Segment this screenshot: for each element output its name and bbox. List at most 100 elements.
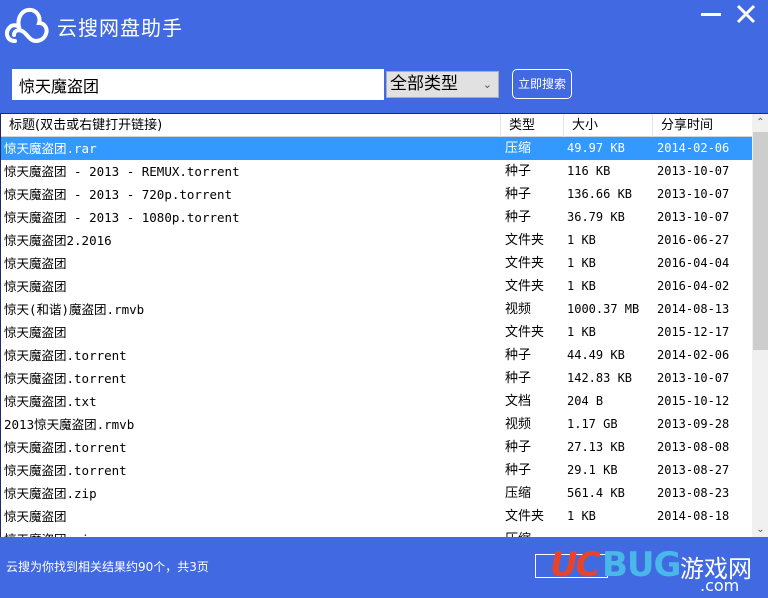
watermark-uc: UC — [550, 545, 601, 585]
search-button[interactable]: 立即搜索 — [512, 69, 572, 99]
cell-date: 2015-12-17 — [657, 325, 730, 339]
cell-type: 文件夹 — [505, 279, 545, 294]
table-body: 惊天魔盗团.rar 压缩 49.97 KB 2014-02-06 惊天魔盗团 - 201… — [1, 137, 753, 537]
cell-date: 2013-08-23 — [657, 486, 730, 500]
cell-type: 种子 — [505, 164, 532, 179]
table-row[interactable]: 惊天魔盗团.torrent 种子 27.13 KB 2013-08-08 — [1, 436, 753, 459]
cell-type: 种子 — [505, 440, 532, 455]
table-row[interactable]: 惊天魔盗团.txt 文档 204 B 2015-10-12 — [1, 390, 753, 413]
cell-size: 1 KB — [567, 233, 596, 247]
watermark-com: .com — [700, 576, 740, 595]
cell-size: 136.66 KB — [567, 187, 633, 201]
table-row[interactable]: 惊天魔盗团2.2016 文件夹 1 KB 2016-06-27 — [1, 229, 753, 252]
cell-date: 2015-10-12 — [657, 394, 730, 408]
close-button[interactable] — [734, 4, 758, 24]
table-row[interactable]: 惊天魔盗团 - 2013 - REMUX.torrent 种子 116 KB 2013… — [1, 160, 753, 183]
table-row[interactable]: 惊天魔盗团.torrent 种子 29.1 KB 2013-08-27 — [1, 459, 753, 482]
cell-title: 惊天魔盗团.zip — [4, 486, 97, 501]
cell-type: 文档 — [505, 394, 532, 409]
cell-size: 116 KB — [567, 164, 611, 178]
cell-type: 压缩 — [505, 486, 532, 501]
cell-type: 压缩 — [505, 141, 532, 156]
cell-date: 2013-09-28 — [657, 417, 730, 431]
table-row[interactable]: 惊天(和谐)魔盗团.rmvb 视频 1000.37 MB 2014-08-13 — [1, 298, 753, 321]
cell-type: 种子 — [505, 210, 532, 225]
cell-type: 文件夹 — [505, 233, 545, 248]
cell-title: 惊天魔盗团.txt — [4, 394, 97, 409]
column-header-title[interactable]: 标题(双击或右键打开链接) — [1, 114, 501, 137]
cell-size: 1 KB — [567, 509, 596, 523]
type-select-value: 全部类型 — [390, 74, 458, 94]
minimize-button[interactable] — [699, 4, 723, 24]
table-row[interactable]: 2013惊天魔盗团.rmvb 视频 1.17 GB 2013-09-28 — [1, 413, 753, 436]
cell-date: 2013-10-07 — [657, 187, 730, 201]
search-input[interactable] — [12, 69, 384, 100]
table-row[interactable]: 惊天魔盗团 文件夹 1 KB 2014-08-18 — [1, 505, 753, 528]
app-title: 云搜网盘助手 — [57, 16, 183, 40]
results-table: 标题(双击或右键打开链接) 类型 大小 分享时间 惊天魔盗团.rar 压缩 49.9… — [0, 113, 768, 537]
cell-date: 2016-04-04 — [657, 256, 730, 270]
cloud-icon — [5, 7, 49, 44]
table-row[interactable]: 惊天魔盗团 文件夹 1 KB 2016-04-02 — [1, 275, 753, 298]
watermark-bug: BUG — [602, 545, 681, 585]
cell-size: 36.79 KB — [567, 210, 625, 224]
cell-type: 压缩 — [505, 528, 563, 537]
cell-size: 1 KB — [567, 279, 596, 293]
cell-date: 2013-10-07 — [657, 371, 730, 385]
cell-title: 惊天魔盗团 — [4, 279, 67, 294]
type-select[interactable]: 全部类型 ⌄ — [386, 71, 499, 98]
close-icon — [736, 4, 756, 24]
cell-date: 2014-08-13 — [657, 302, 730, 316]
table-row[interactable]: 惊天魔盗团.zip 压缩 561.4 KB 2013-08-23 — [1, 482, 753, 505]
cell-size: 1.17 GB — [567, 417, 618, 431]
table-header: 标题(双击或右键打开链接) 类型 大小 分享时间 — [1, 114, 753, 137]
cell-date: 2016-06-27 — [657, 233, 730, 247]
cell-size — [567, 528, 653, 537]
cell-size: 29.1 KB — [567, 463, 618, 477]
cell-type: 种子 — [505, 348, 532, 363]
table-row[interactable]: 惊天魔盗团 - 2013 - 720p.torrent 种子 136.66 KB 20… — [1, 183, 753, 206]
table-row[interactable]: 惊天魔盗团.rar 压缩 49.97 KB 2014-02-06 — [1, 137, 753, 160]
cell-size: 561.4 KB — [567, 486, 625, 500]
cell-title: 惊天魔盗团 — [4, 509, 67, 524]
cell-title: 惊天魔盗团.torrent — [4, 463, 127, 478]
status-bar: 云搜为你找到相关结果约90个，共3页 UC BUG 游戏网 .com — [0, 537, 768, 598]
cell-title: 惊天魔盗团 — [4, 325, 67, 340]
cell-title: 惊天魔盗团.zip — [4, 528, 499, 537]
cell-size: 1000.37 MB — [567, 302, 640, 316]
cell-size: 204 B — [567, 394, 604, 408]
result-count-text: 云搜为你找到相关结果约90个，共3页 — [6, 560, 209, 574]
column-header-type[interactable]: 类型 — [501, 114, 564, 137]
table-row[interactable]: 惊天魔盗团.torrent 种子 142.83 KB 2013-10-07 — [1, 367, 753, 390]
cell-type: 种子 — [505, 371, 532, 386]
table-row[interactable]: 惊天魔盗团 - 2013 - 1080p.torrent 种子 36.79 KB 20… — [1, 206, 753, 229]
cell-title: 惊天魔盗团 - 2013 - 1080p.torrent — [4, 210, 240, 225]
cell-size: 1 KB — [567, 256, 596, 270]
cell-date: 2014-02-06 — [657, 141, 730, 155]
cell-title: 2013惊天魔盗团.rmvb — [4, 417, 135, 432]
cell-size: 49.97 KB — [567, 141, 625, 155]
cell-title: 惊天魔盗团2.2016 — [4, 233, 112, 248]
table-row[interactable]: 惊天魔盗团.zip 压缩 — [1, 528, 753, 537]
cell-date — [657, 528, 753, 537]
cell-title: 惊天魔盗团 — [4, 256, 67, 271]
chevron-down-icon[interactable]: ⌄ — [752, 521, 768, 537]
title-bar: 云搜网盘助手 — [0, 0, 768, 58]
cell-title: 惊天魔盗团.torrent — [4, 440, 127, 455]
table-row[interactable]: 惊天魔盗团 文件夹 1 KB 2016-04-04 — [1, 252, 753, 275]
cell-type: 视频 — [505, 417, 532, 432]
chevron-down-icon: ⌄ — [482, 78, 492, 91]
cell-date: 2013-10-07 — [657, 210, 730, 224]
cell-size: 142.83 KB — [567, 371, 633, 385]
column-header-date[interactable]: 分享时间 — [653, 114, 753, 137]
scrollbar-thumb[interactable] — [753, 132, 768, 350]
vertical-scrollbar[interactable]: ⌃ ⌄ — [752, 114, 768, 537]
cell-type: 文件夹 — [505, 256, 545, 271]
table-row[interactable]: 惊天魔盗团 文件夹 1 KB 2015-12-17 — [1, 321, 753, 344]
column-header-size[interactable]: 大小 — [564, 114, 653, 137]
cell-date: 2013-10-07 — [657, 164, 730, 178]
table-row[interactable]: 惊天魔盗团.torrent 种子 44.49 KB 2014-02-06 — [1, 344, 753, 367]
chevron-up-icon[interactable]: ⌃ — [752, 114, 768, 131]
cell-size: 44.49 KB — [567, 348, 625, 362]
cell-type: 文件夹 — [505, 325, 545, 340]
